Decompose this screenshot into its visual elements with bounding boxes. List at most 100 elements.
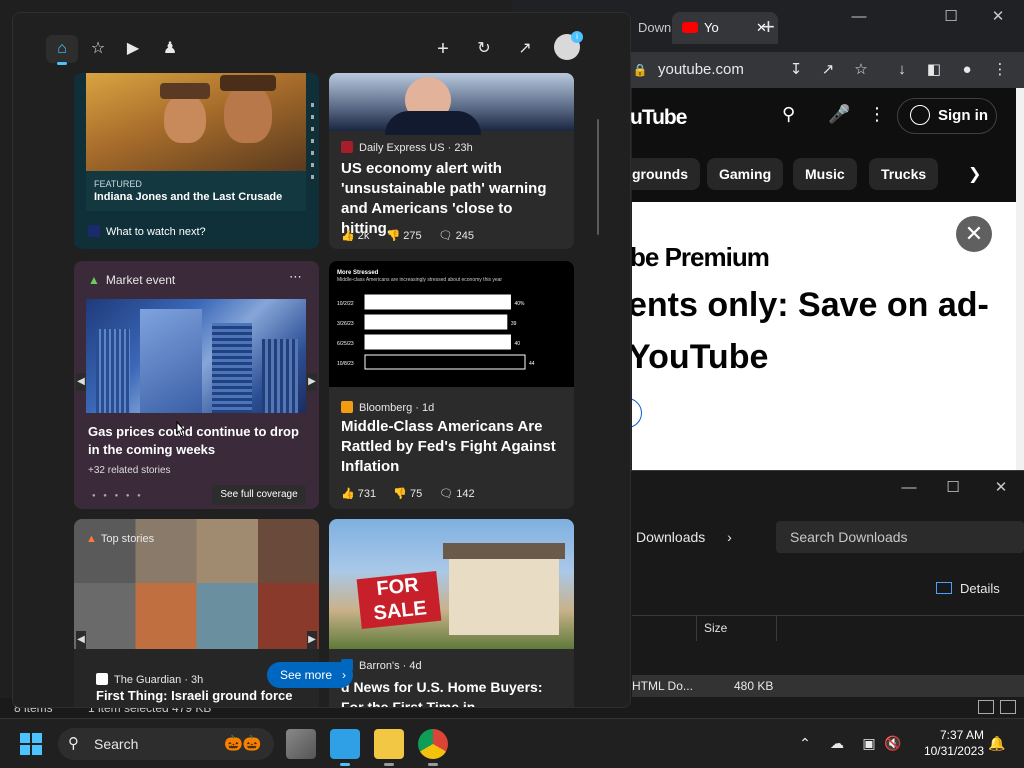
sidepanel-icon[interactable]: ◧	[922, 58, 946, 82]
next-arrow-icon[interactable]: ▶	[307, 631, 317, 649]
task-view-icon[interactable]	[286, 729, 316, 759]
previous-arrow-icon[interactable]: ◀	[76, 373, 86, 391]
expand-icon[interactable]: ↗	[509, 35, 541, 63]
clock[interactable]: 7:37 AM 10/31/2023	[910, 727, 984, 759]
games-icon[interactable]: ♟	[154, 35, 186, 63]
article-headline[interactable]: Middle-Class Americans Are Rattled by Fe…	[341, 417, 567, 477]
details-view-icon[interactable]	[978, 700, 994, 714]
minimize-icon[interactable]: —	[844, 6, 874, 28]
windows-start-icon[interactable]	[20, 733, 42, 755]
dislike-icon[interactable]: 👎 75	[393, 488, 422, 500]
panel-scrollbar[interactable]	[597, 119, 599, 235]
following-star-icon[interactable]: ☆	[82, 35, 114, 63]
related-stories[interactable]: +32 related stories	[88, 465, 171, 476]
address-bar[interactable]: youtube.com	[658, 58, 744, 82]
widgets-icon[interactable]	[330, 729, 360, 759]
sign-in-button[interactable]: Sign in	[897, 98, 997, 134]
chevron-right-icon[interactable]: ❯	[968, 164, 981, 184]
search-icon: ⚲	[68, 735, 79, 752]
previous-arrow-icon[interactable]: ◀	[76, 631, 86, 649]
new-tab-button[interactable]: +	[762, 14, 775, 40]
chevron-right-icon[interactable]: ›	[727, 529, 732, 545]
what-to-watch-link[interactable]: What to watch next?	[88, 225, 206, 238]
dislike-icon[interactable]: 👎 275	[386, 230, 421, 242]
column-header-size[interactable]: Size	[704, 621, 727, 635]
onedrive-icon[interactable]: ☁	[828, 735, 846, 752]
article-headline[interactable]: US economy alert with 'unsustainable pat…	[341, 159, 567, 239]
lock-icon[interactable]: 🔒	[628, 58, 652, 82]
card-barrons[interactable]: FOR SALE Barron's · 4d d News for U.S. Ho…	[329, 519, 574, 707]
maximize-icon[interactable]: ☐	[936, 6, 966, 28]
search-downloads-input[interactable]: Search Downloads	[776, 521, 1024, 553]
card-market-event[interactable]: ▲ Market event ⋯ ◀ ▶ Gas prices could con…	[74, 261, 319, 509]
youtube-logo[interactable]: uTube	[630, 106, 687, 130]
close-icon[interactable]: ✕	[956, 216, 992, 252]
file-explorer-icon[interactable]	[374, 729, 404, 759]
install-icon[interactable]: ↧	[784, 58, 808, 82]
chrome-icon[interactable]	[418, 729, 448, 759]
chip-trucks[interactable]: Trucks	[869, 158, 939, 190]
minimize-icon[interactable]: —	[894, 477, 924, 499]
reactions-bar: 👍 2k 👎 275 🗨 245	[341, 229, 488, 242]
share-icon[interactable]: ↗	[816, 58, 840, 82]
youtube-icon	[682, 22, 698, 33]
watch-play-icon[interactable]: ▶	[117, 35, 149, 63]
scrollbar-track[interactable]	[1016, 88, 1024, 202]
bar	[364, 354, 526, 370]
tick-label: 3/26/23	[337, 321, 354, 327]
more-options-icon[interactable]: ⋯	[289, 269, 302, 285]
movie-poster-image[interactable]	[86, 73, 306, 171]
taskbar-search-input[interactable]: ⚲ Search 🎃🎃	[58, 728, 274, 760]
card-us-economy[interactable]: Daily Express US · 23h US economy alert …	[329, 73, 574, 249]
column-divider	[696, 615, 697, 641]
home-icon[interactable]: ⌂	[46, 35, 78, 63]
carousel-dots	[311, 103, 314, 183]
scrollbar[interactable]	[1016, 202, 1024, 470]
card-bloomberg[interactable]: More Stressed Middle-class Americans are …	[329, 261, 574, 509]
search-icon[interactable]: ⚲	[782, 104, 795, 125]
add-widget-icon[interactable]: +	[427, 35, 459, 63]
next-arrow-icon[interactable]: ▶	[307, 373, 317, 391]
profile-icon[interactable]: ●	[955, 58, 979, 82]
comment-icon[interactable]: 🗨 142	[439, 488, 474, 500]
article-source: The Guardian · 3h	[96, 673, 203, 686]
menu-kebab-icon[interactable]: ⋮	[988, 58, 1012, 82]
chip-gaming[interactable]: Gaming	[707, 158, 784, 190]
microphone-icon[interactable]: 🎤	[828, 104, 850, 125]
data-label: 44	[529, 361, 535, 367]
close-window-icon[interactable]: ✕	[983, 6, 1013, 28]
volume-muted-icon[interactable]: 🔇	[884, 735, 902, 752]
network-icon[interactable]: ▣	[860, 735, 878, 752]
article-headline[interactable]: Gas prices could continue to drop in the…	[88, 423, 310, 459]
like-icon[interactable]: 👍 731	[341, 488, 376, 500]
table-row[interactable]: HTML Do... 480 KB	[632, 675, 1024, 697]
premium-headline-1: ents only: Save on ad-	[632, 286, 989, 324]
article-headline[interactable]: d News for U.S. Home Buyers: For the Fir…	[341, 677, 567, 707]
see-more-button[interactable]: See more ›	[267, 662, 353, 688]
breadcrumb[interactable]: Downloads ›	[632, 521, 772, 553]
chip-grounds[interactable]: grounds	[620, 158, 700, 190]
news-photo	[329, 73, 574, 135]
download-icon[interactable]: ↓	[890, 58, 914, 82]
settings-kebab-icon[interactable]: ⋮	[868, 104, 886, 125]
bookmark-star-icon[interactable]: ☆	[849, 58, 873, 82]
details-button[interactable]: Details	[936, 581, 1000, 596]
see-full-coverage-button[interactable]: See full coverage	[212, 485, 306, 505]
show-hidden-icons-icon[interactable]: ⌃	[796, 735, 814, 752]
comment-icon[interactable]: 🗨 245	[439, 230, 474, 242]
article-headline[interactable]: First Thing: Israeli ground force battle…	[96, 687, 306, 707]
close-window-icon[interactable]: ✕	[986, 477, 1016, 499]
tiles-view-icon[interactable]	[1000, 700, 1016, 714]
chip-music[interactable]: Music	[793, 158, 857, 190]
chart-title: More Stressed	[337, 270, 379, 276]
refresh-icon[interactable]: ↻	[468, 35, 500, 63]
notification-bell-icon[interactable]: 🔔	[988, 735, 1006, 752]
like-icon[interactable]: 👍 2k	[341, 230, 369, 242]
guardian-logo-icon	[96, 673, 108, 685]
bar	[364, 314, 508, 330]
skyscrapers-image[interactable]	[86, 299, 306, 413]
maximize-icon[interactable]: ☐	[938, 477, 968, 499]
promo-button-partial[interactable]	[632, 398, 642, 428]
bar	[364, 294, 511, 310]
card-indiana-jones[interactable]: FEATURED Indiana Jones and the Last Crus…	[74, 73, 319, 249]
